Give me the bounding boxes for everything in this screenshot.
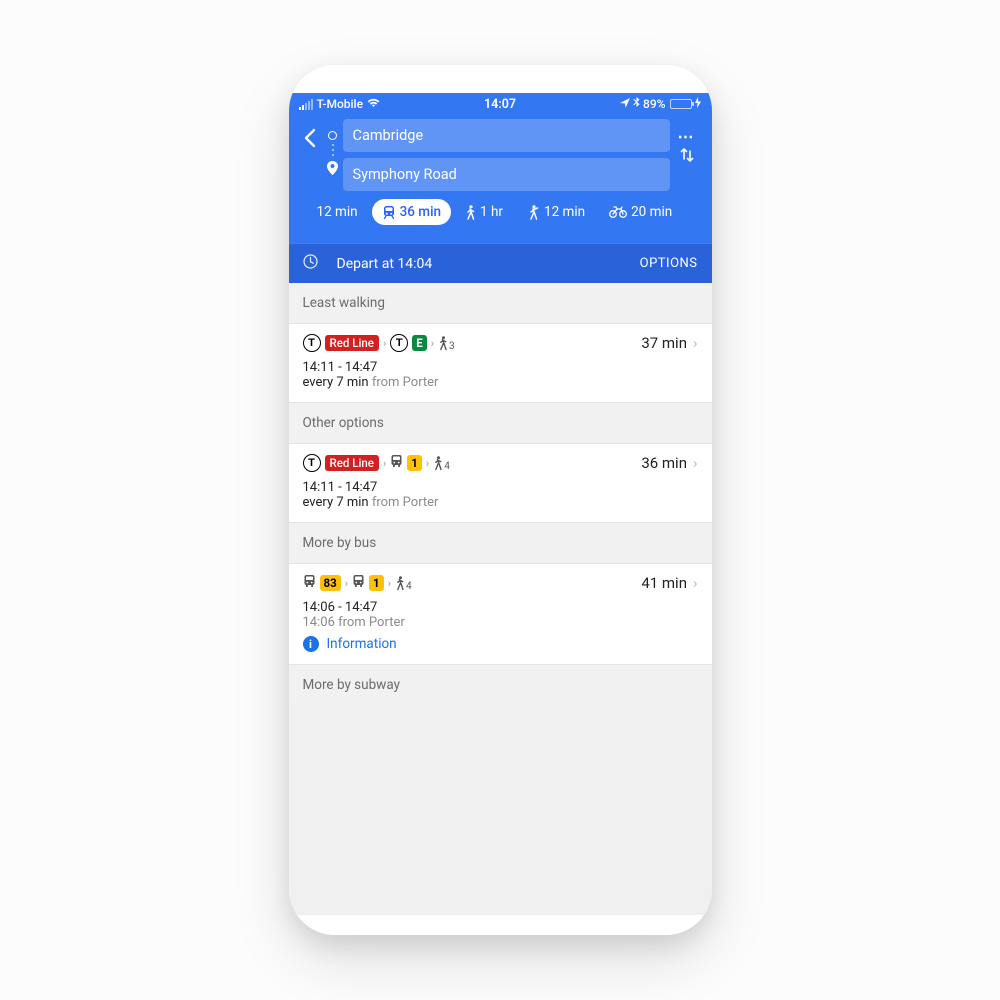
bus-icon (390, 454, 403, 472)
more-button[interactable]: ⋯ (678, 127, 696, 146)
red-line-badge: Red Line (325, 335, 379, 351)
mode-driving[interactable]: 12 min (307, 199, 368, 225)
route-card-2[interactable]: T Red Line › 1 › 4 36 min › (289, 444, 712, 523)
walk-mins: 4 (444, 461, 450, 472)
bus-1-badge: 1 (369, 575, 384, 591)
mode-rideshare-label: 12 min (544, 204, 585, 220)
destination-field[interactable]: Symphony Road (343, 158, 670, 191)
bus-83-badge: 83 (320, 575, 341, 591)
mode-cycling[interactable]: 20 min (599, 199, 682, 225)
bus-icon (303, 574, 316, 592)
route-1-duration: 37 min (641, 334, 687, 352)
origin-value: Cambridge (353, 127, 424, 144)
section-more-by-subway: More by subway (289, 665, 712, 705)
bike-icon (609, 206, 627, 218)
status-time: 14:07 (433, 97, 567, 112)
route-card-1[interactable]: T Red Line › T E › 3 37 min › 14:1 (289, 324, 712, 403)
route-card-3[interactable]: 83 › 1 › 4 41 min › (289, 564, 712, 665)
mode-rideshare[interactable]: 12 min (517, 199, 595, 225)
mode-driving-label: 12 min (317, 204, 358, 220)
route-3-time-range: 14:06 - 14:47 (303, 600, 698, 615)
route-3-info-link[interactable]: Information (327, 636, 397, 652)
charging-icon (695, 97, 701, 111)
walk-segment: 4 (433, 456, 450, 471)
section-other-options: Other options (289, 403, 712, 444)
mode-transit-label: 36 min (400, 204, 441, 220)
route-2-legs: T Red Line › 1 › 4 (303, 454, 642, 472)
route-2-from: from Porter (369, 495, 439, 510)
destination-value: Symphony Road (353, 166, 457, 183)
destination-pin-icon (327, 160, 338, 179)
route-3-second-line: 14:06 from Porter (303, 615, 698, 630)
mode-cycling-label: 20 min (631, 204, 672, 220)
origin-field[interactable]: Cambridge (343, 119, 670, 152)
walk-icon (465, 205, 476, 220)
chevron-right-icon: › (431, 337, 434, 350)
screen: T-Mobile 14:07 89% (289, 93, 712, 915)
signal-icon (299, 99, 313, 110)
carrier-label: T-Mobile (317, 97, 364, 111)
rideshare-icon (527, 205, 540, 220)
route-2-duration: 36 min (641, 454, 687, 472)
walk-mins: 3 (449, 341, 455, 352)
directions-header: Cambridge Symphony Road ⋯ 12 min (289, 115, 712, 243)
waypoint-column (323, 119, 343, 179)
location-icon (620, 97, 630, 111)
walk-mins: 4 (406, 581, 412, 592)
travel-mode-tabs: 12 min 36 min 1 hr (297, 191, 704, 235)
walk-segment: 3 (438, 336, 455, 351)
battery-icon (670, 99, 692, 109)
back-button[interactable] (297, 119, 323, 151)
chevron-right-icon: › (383, 457, 386, 470)
depart-label: Depart at 14:04 (325, 256, 640, 272)
mode-walking-label: 1 hr (480, 204, 503, 220)
route-1-time-range: 14:11 - 14:47 (303, 360, 698, 375)
mbta-logo-icon: T (390, 334, 408, 352)
depart-row[interactable]: Depart at 14:04 OPTIONS (289, 243, 712, 283)
route-1-from: from Porter (369, 375, 439, 390)
section-more-by-bus: More by bus (289, 523, 712, 564)
chevron-right-icon: › (388, 577, 391, 590)
battery-pct: 89% (643, 97, 665, 111)
route-3-legs: 83 › 1 › 4 (303, 574, 642, 592)
options-button[interactable]: OPTIONS (640, 256, 698, 271)
chevron-right-icon: › (383, 337, 386, 350)
info-icon: i (303, 636, 319, 652)
green-e-badge: E (412, 335, 426, 351)
mode-walking[interactable]: 1 hr (455, 199, 513, 225)
route-1-frequency: every 7 min (303, 375, 369, 390)
bezel-top (289, 65, 712, 93)
clock-icon (303, 254, 325, 273)
mbta-logo-icon: T (303, 334, 321, 352)
red-line-badge: Red Line (325, 455, 379, 471)
route-3-duration: 41 min (641, 574, 687, 592)
origin-dot-icon (328, 131, 337, 140)
chevron-right-icon: › (426, 457, 429, 470)
mbta-logo-icon: T (303, 454, 321, 472)
status-bar: T-Mobile 14:07 89% (289, 93, 712, 115)
phone-frame: T-Mobile 14:07 89% (289, 65, 712, 935)
walk-segment: 4 (395, 576, 412, 591)
route-1-legs: T Red Line › T E › 3 (303, 334, 642, 352)
bus-1-badge: 1 (407, 455, 422, 471)
route-2-frequency: every 7 min (303, 495, 369, 510)
route-2-time-range: 14:11 - 14:47 (303, 480, 698, 495)
wifi-icon (367, 97, 380, 111)
chevron-right-icon: › (693, 454, 698, 472)
swap-button[interactable] (678, 146, 696, 164)
chevron-right-icon: › (693, 574, 698, 592)
bezel-bottom (289, 915, 712, 935)
section-least-walking: Least walking (289, 283, 712, 324)
mode-transit[interactable]: 36 min (372, 199, 451, 225)
train-icon (382, 205, 396, 219)
chevron-right-icon: › (693, 334, 698, 352)
bus-icon (352, 574, 365, 592)
bluetooth-icon (633, 97, 640, 111)
chevron-right-icon: › (345, 577, 348, 590)
